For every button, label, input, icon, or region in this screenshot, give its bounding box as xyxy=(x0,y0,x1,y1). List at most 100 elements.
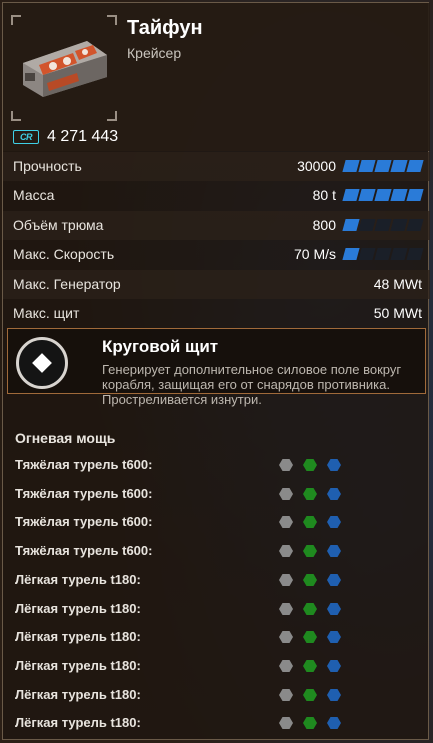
weapon-name: Лёгкая турель t180: xyxy=(15,600,141,616)
frame-corner xyxy=(107,15,117,25)
weapon-row: Лёгкая турель t180: xyxy=(3,595,430,623)
hex-green-icon xyxy=(303,573,317,586)
weapon-row: Лёгкая турель t180: xyxy=(3,623,430,651)
hex-blue-icon xyxy=(327,516,341,529)
stat-row: Масса 80 t xyxy=(3,181,430,210)
ship-image xyxy=(23,41,107,97)
bar-segment-filled xyxy=(342,160,360,172)
bar-segment-filled xyxy=(406,160,424,172)
bar-segment-filled xyxy=(342,218,360,231)
frame-corner xyxy=(11,111,21,121)
ship-thumbnail xyxy=(11,15,117,121)
hex-green-icon xyxy=(303,487,317,500)
ship-name: Тайфун xyxy=(127,17,203,39)
hex-green-icon xyxy=(303,659,317,672)
hex-gray-icon xyxy=(279,717,293,730)
stat-value: 800 xyxy=(312,216,336,233)
bar-segment-empty xyxy=(358,248,376,261)
stat-bar-meter xyxy=(342,218,424,231)
hex-gray-icon xyxy=(279,487,293,500)
bar-segment-filled xyxy=(374,160,392,172)
hex-blue-icon xyxy=(327,545,341,558)
hex-blue-icon xyxy=(327,573,341,586)
stat-value: 30000 xyxy=(297,158,336,174)
weapon-row: Тяжёлая турель t600: xyxy=(3,451,430,479)
hex-green-icon xyxy=(303,631,317,644)
hex-gray-icon xyxy=(279,659,293,672)
ability-description: Генерирует дополнительное силовое поле в… xyxy=(102,362,402,407)
hex-gray-icon xyxy=(279,459,293,471)
stat-label: Прочность xyxy=(13,158,82,174)
bar-segment-filled xyxy=(358,160,376,172)
stat-row: Макс. Скорость 70 M/s xyxy=(3,240,430,269)
weapon-name: Лёгкая турель t180: xyxy=(15,715,141,731)
bar-segment-empty xyxy=(406,218,424,231)
bar-segment-filled xyxy=(406,189,424,202)
hex-blue-icon xyxy=(327,631,341,644)
weapon-row: Тяжёлая турель t600: xyxy=(3,508,430,536)
stat-value: 48 MWt xyxy=(373,275,422,292)
firepower-header: Огневая мощь xyxy=(15,430,116,446)
bar-segment-empty xyxy=(390,248,408,261)
hex-gray-icon xyxy=(279,602,293,615)
weapon-row: Лёгкая турель t180: xyxy=(3,709,430,737)
stat-bar-meter xyxy=(342,189,424,202)
hex-blue-icon xyxy=(327,459,341,471)
bar-segment-empty xyxy=(390,218,408,231)
ability-title: Круговой щит xyxy=(102,337,219,356)
ability-card: Круговой щит Генерирует дополнительное с… xyxy=(7,328,426,407)
hex-gray-icon xyxy=(279,545,293,558)
stat-row: Объём трюма 800 xyxy=(3,210,430,240)
weapon-name: Лёгкая турель t180: xyxy=(15,571,141,587)
hex-gray-icon xyxy=(279,516,293,529)
stat-row: Макс. щит 50 MWt xyxy=(3,299,430,328)
ship-info-panel: Тайфун Крейсер CR 4 271 443 Прочность 300… xyxy=(2,2,430,740)
stat-label: Масса xyxy=(13,187,55,204)
weapon-name: Лёгкая турель t180: xyxy=(15,629,141,645)
hex-blue-icon xyxy=(327,688,341,701)
frame-corner xyxy=(11,15,21,25)
weapon-row: Тяжёлая турель t600: xyxy=(3,537,430,565)
bar-segment-empty xyxy=(374,218,392,231)
weapon-row: Тяжёлая турель t600: xyxy=(3,480,430,508)
frame-corner xyxy=(107,111,117,121)
hex-green-icon xyxy=(303,516,317,529)
weapon-name: Лёгкая турель t180: xyxy=(15,686,141,702)
stat-row: Макс. Генератор 48 MWt xyxy=(3,269,430,299)
bar-segment-filled xyxy=(390,189,408,202)
bar-segment-empty xyxy=(406,248,424,261)
weapon-name: Лёгкая турель t180: xyxy=(15,657,141,673)
credits-icon: CR xyxy=(13,130,39,144)
hex-green-icon xyxy=(303,545,317,558)
weapon-row: Лёгкая турель t180: xyxy=(3,681,430,709)
weapon-name: Тяжёлая турель t600: xyxy=(15,514,153,530)
bar-segment-filled xyxy=(342,248,360,261)
hex-blue-icon xyxy=(327,717,341,730)
hex-gray-icon xyxy=(279,573,293,586)
hex-blue-icon xyxy=(327,659,341,672)
stat-label: Макс. Скорость xyxy=(13,246,115,263)
hex-green-icon xyxy=(303,459,317,471)
hex-green-icon xyxy=(303,717,317,730)
hex-blue-icon xyxy=(327,487,341,500)
bar-segment-filled xyxy=(390,160,408,172)
stat-label: Макс. щит xyxy=(13,305,80,321)
bar-segment-empty xyxy=(374,248,392,261)
weapon-name: Тяжёлая турель t600: xyxy=(15,485,153,501)
stat-label: Объём трюма xyxy=(13,216,104,233)
ship-class: Крейсер xyxy=(127,45,182,61)
shield-ability-icon xyxy=(16,337,68,389)
hex-gray-icon xyxy=(279,688,293,701)
stat-row: Прочность 30000 xyxy=(3,152,430,181)
bar-segment-filled xyxy=(358,189,376,202)
ship-header: Тайфун Крейсер CR 4 271 443 xyxy=(3,3,430,151)
bar-segment-filled xyxy=(374,189,392,202)
hex-gray-icon xyxy=(279,631,293,644)
bar-segment-filled xyxy=(342,189,360,202)
bar-segment-empty xyxy=(358,218,376,231)
ship-price: 4 271 443 xyxy=(47,128,119,145)
stat-label: Макс. Генератор xyxy=(13,275,121,292)
stat-value: 80 t xyxy=(312,187,336,204)
hex-green-icon xyxy=(303,688,317,701)
stat-value: 70 M/s xyxy=(293,246,336,263)
